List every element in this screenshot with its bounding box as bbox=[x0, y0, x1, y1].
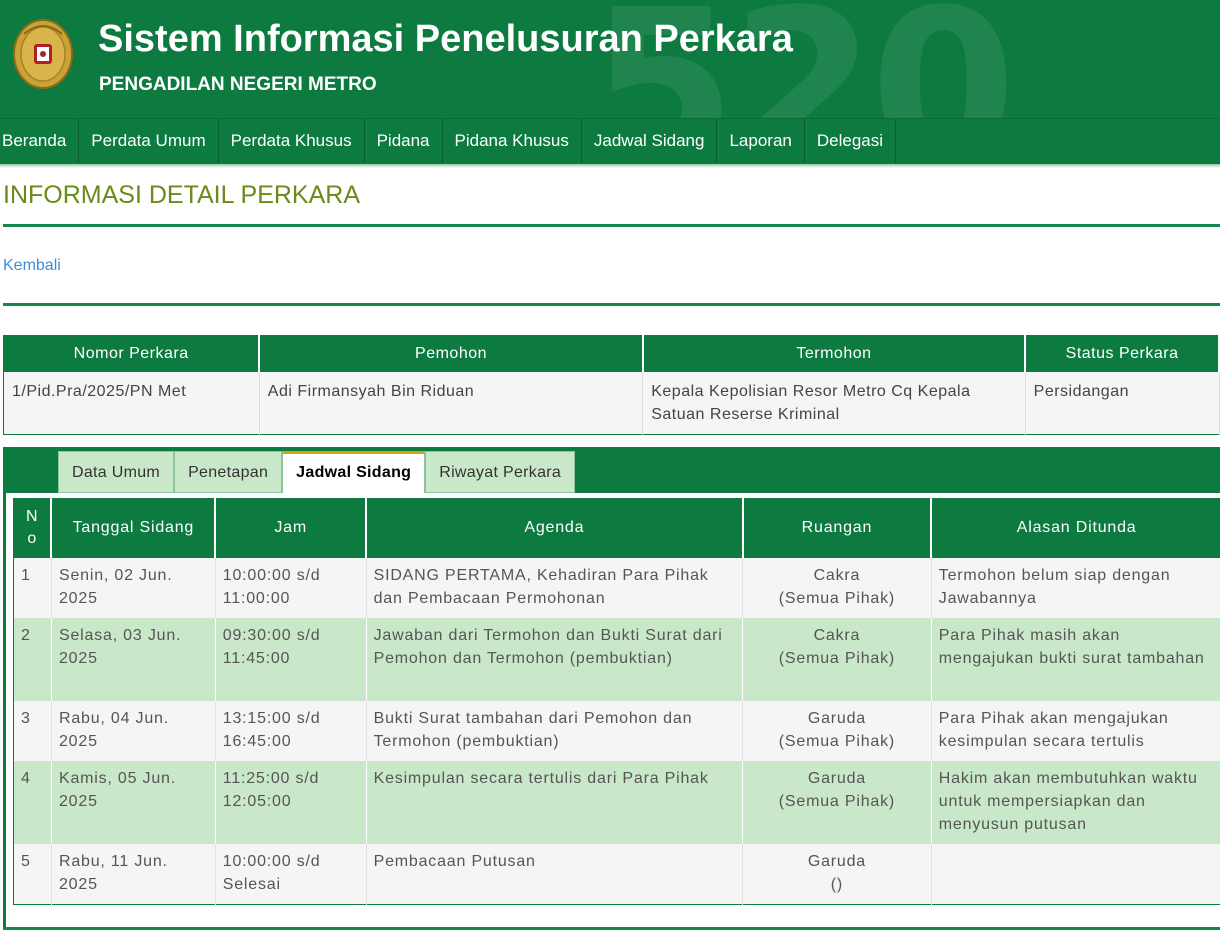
row-alasan: Hakim akan membutuhkan waktu untuk mempe… bbox=[931, 761, 1220, 844]
room-name: Cakra bbox=[813, 567, 861, 584]
room-parties: () bbox=[830, 876, 844, 893]
tab-riwayat-perkara[interactable]: Riwayat Perkara bbox=[425, 451, 576, 493]
nav-item-laporan[interactable]: Laporan bbox=[717, 119, 805, 163]
page-title: INFORMASI DETAIL PERKARA bbox=[3, 181, 361, 209]
header-no-label: No bbox=[26, 508, 39, 547]
app-title: Sistem Informasi Penelusuran Perkara bbox=[98, 18, 793, 60]
case-header-row: Nomor Perkara Pemohon Termohon Status Pe… bbox=[3, 335, 1220, 372]
app-header: 520 Sistem Informasi Penelusuran Perkara… bbox=[0, 0, 1220, 118]
table-row: 5 Rabu, 11 Jun. 2025 10:00:00 s/d Selesa… bbox=[13, 844, 1220, 904]
row-no: 4 bbox=[13, 761, 52, 844]
table-row: 4 Kamis, 05 Jun. 2025 11:25:00 s/d 12:05… bbox=[13, 761, 1220, 844]
tab-jadwal-sidang[interactable]: Jadwal Sidang bbox=[282, 451, 426, 497]
case-applicant: Adi Firmansyah Bin Riduan bbox=[259, 371, 644, 434]
room-name: Garuda bbox=[807, 853, 866, 870]
schedule-header-row: No Tanggal Sidang Jam Agenda Ruangan Ala… bbox=[13, 498, 1220, 558]
row-no: 2 bbox=[13, 618, 52, 701]
row-ruangan: Garuda () bbox=[742, 844, 932, 904]
header-ruangan: Ruangan bbox=[742, 498, 933, 558]
row-agenda: Kesimpulan secara tertulis dari Para Pih… bbox=[366, 761, 744, 844]
row-no: 3 bbox=[13, 701, 52, 761]
room-parties: (Semua Pihak) bbox=[778, 733, 896, 750]
header-alasan-ditunda: Alasan Ditunda bbox=[931, 498, 1220, 558]
row-ruangan: Garuda (Semua Pihak) bbox=[742, 701, 932, 761]
header-no: No bbox=[13, 498, 53, 558]
row-ruangan: Garuda (Semua Pihak) bbox=[742, 761, 932, 844]
nav-item-pidana-khusus[interactable]: Pidana Khusus bbox=[443, 119, 582, 163]
nav-item-delegasi[interactable]: Delegasi bbox=[805, 119, 897, 163]
header-termohon: Termohon bbox=[642, 335, 1027, 372]
room-parties: (Semua Pihak) bbox=[778, 590, 896, 607]
room-name: Garuda bbox=[807, 770, 866, 787]
case-status: Persidangan bbox=[1025, 371, 1220, 434]
case-respondent: Kepala Kepolisian Resor Metro Cq Kepala … bbox=[642, 371, 1026, 434]
case-row: 1/Pid.Pra/2025/PN Met Adi Firmansyah Bin… bbox=[3, 371, 1220, 434]
nav-item-perdata-khusus[interactable]: Perdata Khusus bbox=[219, 119, 365, 163]
row-no: 1 bbox=[13, 558, 52, 618]
row-alasan: Para Pihak akan mengajukan kesimpulan se… bbox=[931, 701, 1220, 761]
table-row: 1 Senin, 02 Jun. 2025 10:00:00 s/d 11:00… bbox=[13, 558, 1220, 618]
back-link[interactable]: Kembali bbox=[3, 257, 61, 275]
tab-content: No Tanggal Sidang Jam Agenda Ruangan Ala… bbox=[6, 493, 1220, 930]
room-name: Garuda bbox=[807, 710, 866, 727]
detail-tabs-panel: Data Umum Penetapan Jadwal Sidang Riwaya… bbox=[3, 447, 1220, 930]
court-emblem-icon bbox=[13, 19, 73, 89]
row-alasan: Para Pihak masih akan mengajukan bukti s… bbox=[931, 618, 1220, 701]
row-no: 5 bbox=[13, 844, 52, 904]
nav-item-pidana[interactable]: Pidana bbox=[365, 119, 443, 163]
header-agenda: Agenda bbox=[366, 498, 744, 558]
table-row: 2 Selasa, 03 Jun. 2025 09:30:00 s/d 11:4… bbox=[13, 618, 1220, 701]
row-alasan bbox=[931, 844, 1220, 904]
navbar-shadow bbox=[0, 164, 1220, 168]
row-ruangan: Cakra (Semua Pihak) bbox=[742, 618, 932, 701]
row-jam: 10:00:00 s/d 11:00:00 bbox=[215, 558, 367, 618]
section-divider bbox=[3, 303, 1220, 306]
title-divider bbox=[3, 224, 1220, 227]
header-pemohon: Pemohon bbox=[259, 335, 644, 372]
tab-penetapan[interactable]: Penetapan bbox=[174, 451, 283, 493]
row-tanggal: Senin, 02 Jun. 2025 bbox=[51, 558, 216, 618]
row-tanggal: Kamis, 05 Jun. 2025 bbox=[51, 761, 216, 844]
row-agenda: SIDANG PERTAMA, Kehadiran Para Pihak dan… bbox=[366, 558, 744, 618]
tab-strip: Data Umum Penetapan Jadwal Sidang Riwaya… bbox=[58, 451, 576, 497]
header-jam: Jam bbox=[215, 498, 368, 558]
row-jam: 09:30:00 s/d 11:45:00 bbox=[215, 618, 367, 701]
header-nomor-perkara: Nomor Perkara bbox=[3, 335, 261, 372]
tab-data-umum[interactable]: Data Umum bbox=[58, 451, 175, 493]
court-name: PENGADILAN NEGERI METRO bbox=[99, 74, 377, 95]
row-jam: 13:15:00 s/d 16:45:00 bbox=[215, 701, 367, 761]
nav-item-beranda[interactable]: Beranda bbox=[0, 119, 80, 163]
row-agenda: Pembacaan Putusan bbox=[366, 844, 744, 904]
room-name: Cakra bbox=[813, 627, 861, 644]
row-jam: 11:25:00 s/d 12:05:00 bbox=[215, 761, 367, 844]
room-parties: (Semua Pihak) bbox=[778, 793, 896, 810]
case-summary-table: Nomor Perkara Pemohon Termohon Status Pe… bbox=[3, 335, 1220, 435]
nav-item-perdata-umum[interactable]: Perdata Umum bbox=[79, 119, 219, 163]
header-status-perkara: Status Perkara bbox=[1025, 335, 1220, 372]
row-tanggal: Selasa, 03 Jun. 2025 bbox=[51, 618, 216, 701]
row-ruangan: Cakra (Semua Pihak) bbox=[742, 558, 932, 618]
header-tanggal-sidang: Tanggal Sidang bbox=[51, 498, 217, 558]
row-agenda: Jawaban dari Termohon dan Bukti Surat da… bbox=[366, 618, 744, 701]
table-row: 3 Rabu, 04 Jun. 2025 13:15:00 s/d 16:45:… bbox=[13, 701, 1220, 761]
nav-menu: Beranda Perdata Umum Perdata Khusus Pida… bbox=[0, 119, 897, 163]
row-agenda: Bukti Surat tambahan dari Pemohon dan Te… bbox=[366, 701, 744, 761]
case-number: 1/Pid.Pra/2025/PN Met bbox=[3, 371, 260, 434]
row-alasan: Termohon belum siap dengan Jawabannya bbox=[931, 558, 1220, 618]
row-tanggal: Rabu, 04 Jun. 2025 bbox=[51, 701, 216, 761]
row-jam: 10:00:00 s/d Selesai bbox=[215, 844, 367, 904]
room-parties: (Semua Pihak) bbox=[778, 650, 896, 667]
nav-item-jadwal-sidang[interactable]: Jadwal Sidang bbox=[582, 119, 718, 163]
schedule-table: No Tanggal Sidang Jam Agenda Ruangan Ala… bbox=[13, 498, 1220, 905]
main-navbar: Beranda Perdata Umum Perdata Khusus Pida… bbox=[0, 118, 1220, 164]
row-tanggal: Rabu, 11 Jun. 2025 bbox=[51, 844, 216, 904]
